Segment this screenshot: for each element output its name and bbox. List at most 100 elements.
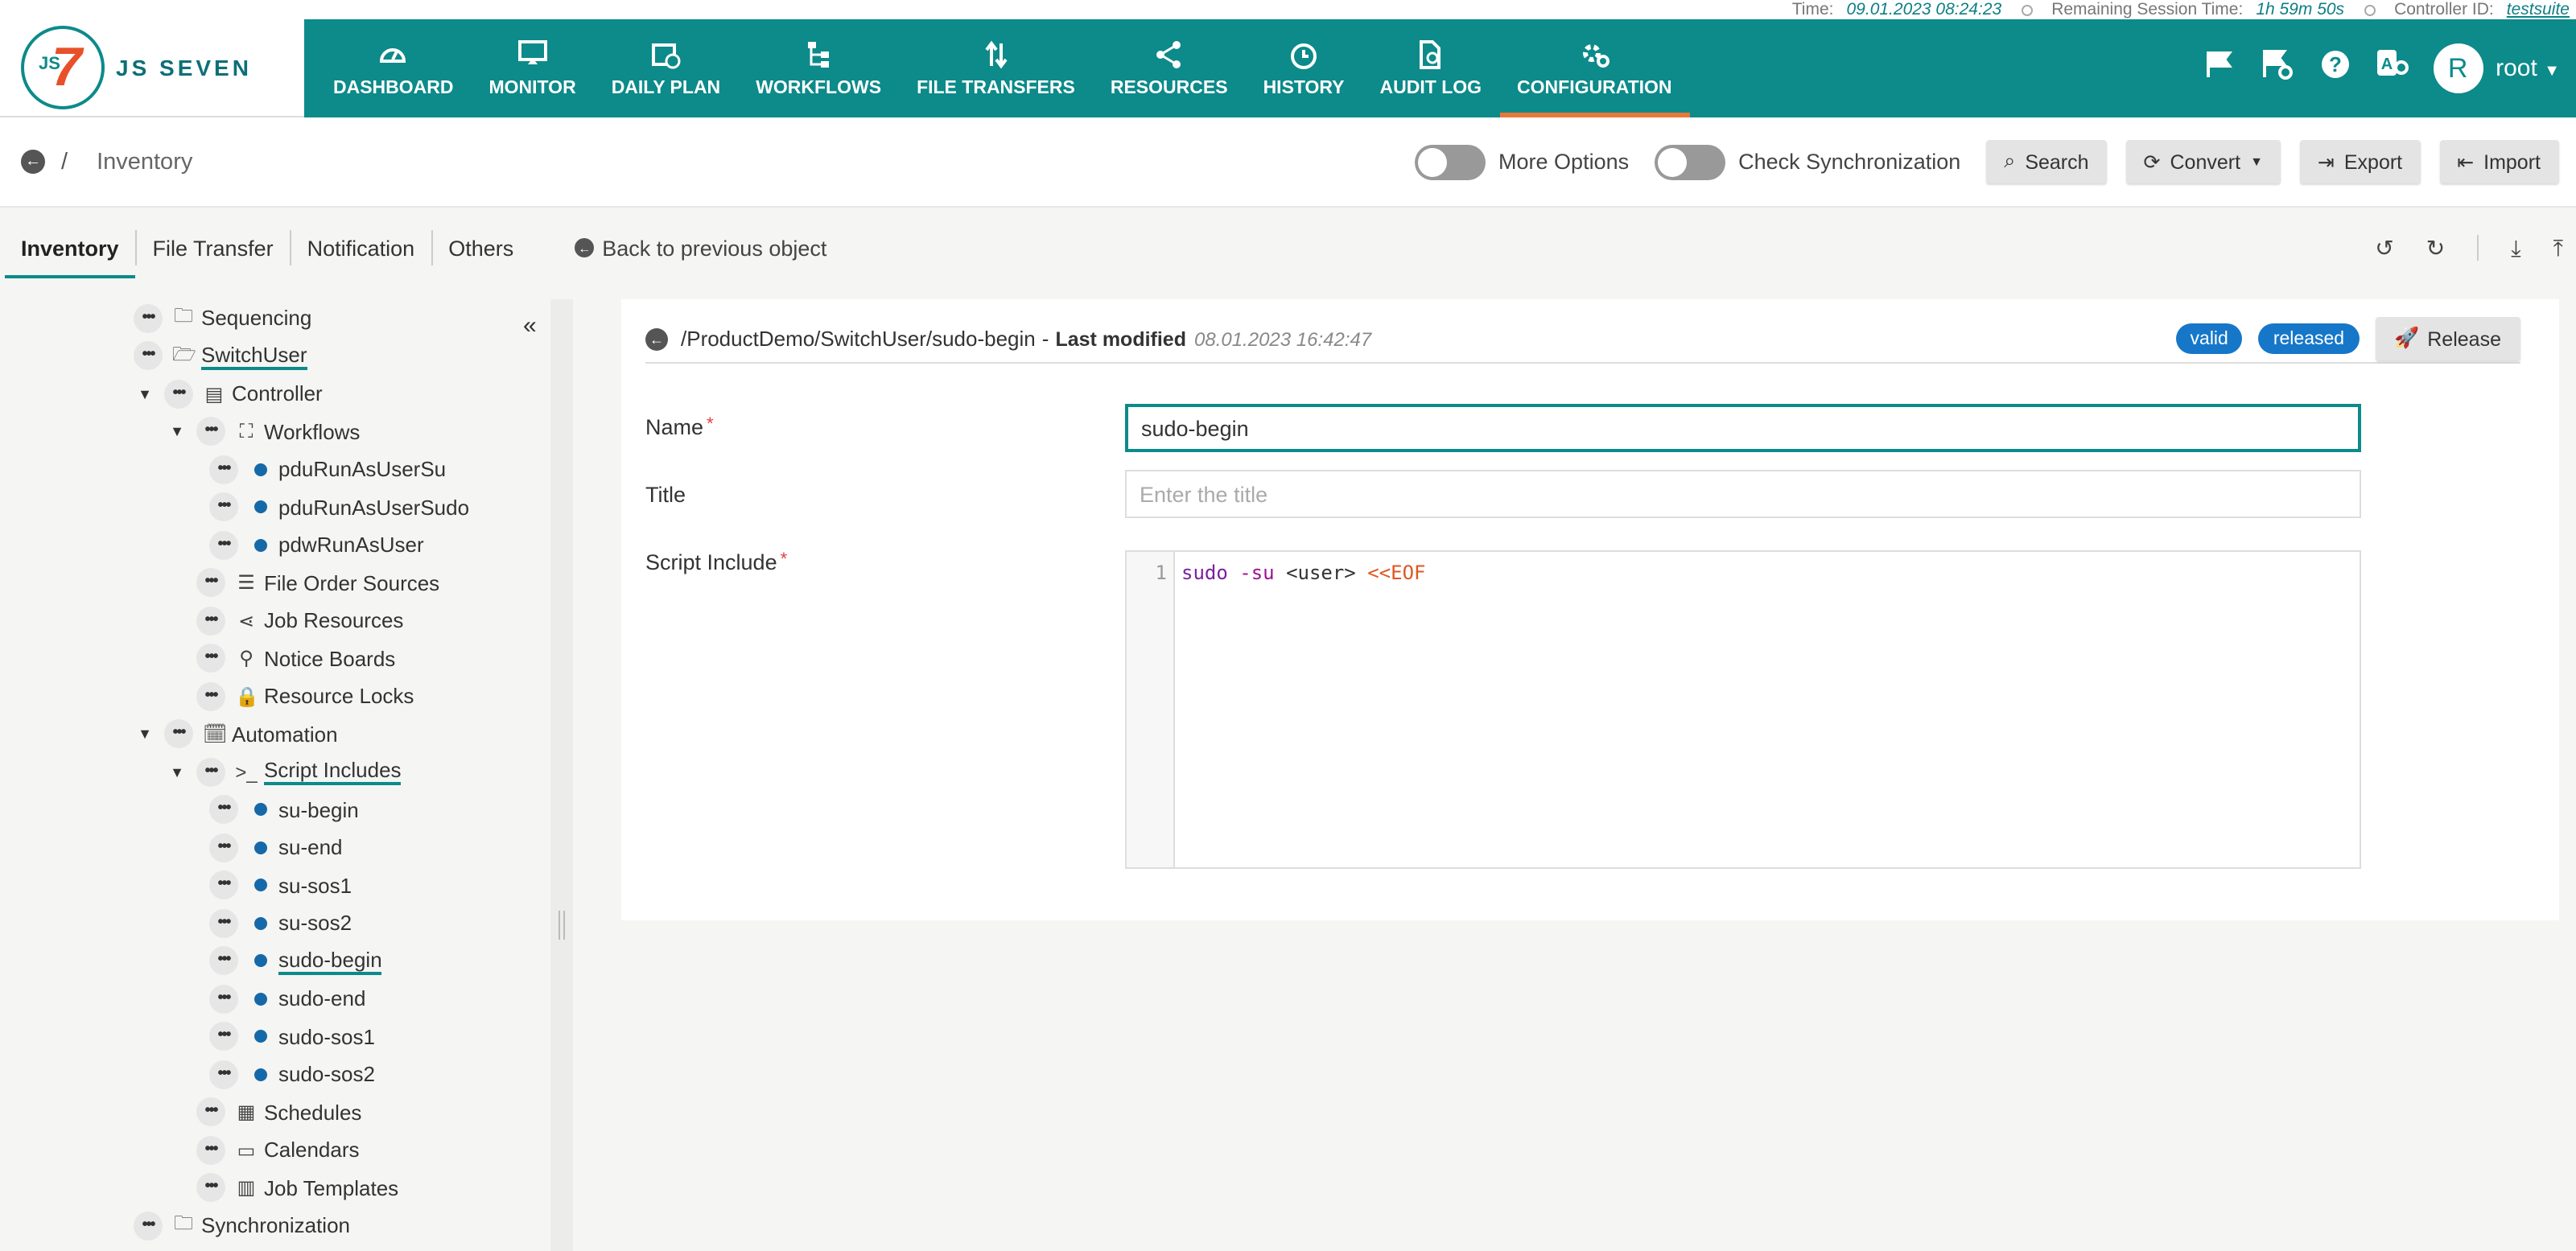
more-actions-icon[interactable]: •••: [209, 870, 238, 900]
more-actions-icon[interactable]: •••: [209, 455, 238, 484]
more-actions-icon[interactable]: •••: [209, 1022, 238, 1051]
more-actions-icon[interactable]: •••: [196, 1097, 225, 1127]
toggle-switch-icon[interactable]: [1415, 144, 1486, 179]
convert-button[interactable]: ⟳ Convert ▼: [2125, 140, 2281, 183]
caret-down-icon[interactable]: ▼: [135, 386, 155, 402]
bullet-icon: [254, 1068, 267, 1081]
tree-leaf-item[interactable]: ••• su-end: [0, 829, 550, 866]
nav-configuration[interactable]: CONFIGURATION: [1499, 19, 1691, 117]
nav-resources[interactable]: RESOURCES: [1093, 19, 1246, 117]
tab-others[interactable]: Others: [432, 230, 530, 265]
tree-node[interactable]: ••• 🗁 SwitchUser: [0, 337, 550, 375]
panel-splitter[interactable]: [550, 299, 573, 1251]
release-button[interactable]: 🚀 Release: [2375, 317, 2520, 360]
back-to-previous-link[interactable]: ← Back to previous object: [575, 236, 826, 260]
tree-node[interactable]: ▼ ••• ⛶ Workflows: [0, 413, 550, 451]
tree-node[interactable]: ••• ▥ Job Templates: [0, 1169, 550, 1207]
translate-icon[interactable]: A: [2375, 50, 2410, 87]
tree-leaf-item[interactable]: ••• sudo-sos2: [0, 1056, 550, 1093]
tree-label: Automation: [232, 722, 338, 747]
more-actions-icon[interactable]: •••: [134, 303, 163, 333]
back-arrow-icon[interactable]: ←: [21, 150, 45, 174]
caret-down-icon[interactable]: ▼: [167, 424, 187, 440]
script-editor[interactable]: 1 sudo -su <user> <<EOF: [1125, 550, 2361, 869]
search-button[interactable]: ⌕ Search: [1986, 140, 2107, 183]
redo-icon[interactable]: ↻: [2426, 234, 2445, 261]
tree-node[interactable]: ▼ ••• >_ Script Includes: [0, 753, 550, 791]
logo[interactable]: JS 7 JS SEVEN: [0, 19, 304, 117]
more-actions-icon[interactable]: •••: [164, 719, 193, 749]
tree-node[interactable]: ••• ☰ File Order Sources: [0, 564, 550, 602]
tree-node[interactable]: ••• 🔒 Resource Locks: [0, 677, 550, 715]
tab-file-transfer[interactable]: File Transfer: [137, 230, 291, 265]
more-actions-icon[interactable]: •••: [209, 984, 238, 1014]
tree-leaf-item[interactable]: ••• su-sos1: [0, 866, 550, 904]
tree-leaf-item[interactable]: ••• pdwRunAsUser: [0, 526, 550, 564]
more-actions-icon[interactable]: •••: [196, 1135, 225, 1165]
help-icon[interactable]: ?: [2317, 50, 2352, 87]
more-actions-icon[interactable]: •••: [209, 833, 238, 862]
code-line[interactable]: sudo -su <user> <<EOF: [1181, 562, 1426, 584]
more-actions-icon[interactable]: •••: [134, 1211, 163, 1241]
collapse-panel-icon[interactable]: «: [523, 312, 537, 339]
tree-leaf-item[interactable]: ••• su-sos2: [0, 904, 550, 942]
nav-dashboard[interactable]: DASHBOARD: [315, 19, 472, 117]
more-actions-icon[interactable]: •••: [196, 417, 225, 446]
undo-icon[interactable]: ↺: [2375, 234, 2393, 261]
nav-audit-log[interactable]: AUDIT LOG: [1362, 19, 1500, 117]
caret-down-icon[interactable]: ▼: [167, 764, 187, 780]
tree-node[interactable]: ▼ ••• 🗓 Automation: [0, 715, 550, 753]
tree-node[interactable]: ••• ▭ Calendars: [0, 1131, 550, 1169]
tree-node[interactable]: ••• 🗀 Sequencing: [0, 299, 550, 337]
name-field[interactable]: sudo-begin: [1125, 404, 2361, 452]
more-actions-icon[interactable]: •••: [196, 568, 225, 598]
toggle-switch-icon[interactable]: [1655, 144, 1726, 179]
tree-leaf-item[interactable]: ••• pduRunAsUserSudo: [0, 488, 550, 526]
flag-icon[interactable]: [2201, 50, 2236, 87]
more-options-toggle[interactable]: More Options: [1415, 144, 1629, 179]
avatar[interactable]: R: [2433, 43, 2483, 93]
more-actions-icon[interactable]: •••: [164, 379, 193, 409]
more-actions-icon[interactable]: •••: [209, 795, 238, 825]
nav-monitor[interactable]: MONITOR: [472, 19, 594, 117]
code-token-heredoc: <<EOF: [1355, 562, 1426, 584]
tab-inventory[interactable]: Inventory: [5, 230, 137, 278]
download-icon[interactable]: ⤓: [2511, 234, 2520, 261]
more-actions-icon[interactable]: •••: [209, 908, 238, 938]
export-button[interactable]: ⇥ Export: [2299, 140, 2421, 183]
tree-leaf-item[interactable]: ••• sudo-begin: [0, 942, 550, 980]
more-actions-icon[interactable]: •••: [209, 492, 238, 522]
nav-daily-plan[interactable]: DAILY PLAN: [594, 19, 739, 117]
title-field[interactable]: Enter the title: [1125, 470, 2361, 518]
nav-history[interactable]: HISTORY: [1246, 19, 1362, 117]
more-actions-icon[interactable]: •••: [209, 1060, 238, 1089]
tree-leaf-item[interactable]: ••• sudo-sos1: [0, 1018, 550, 1056]
check-sync-toggle[interactable]: Check Synchronization: [1655, 144, 1960, 179]
tree-node[interactable]: ••• ⋖ Job Resources: [0, 602, 550, 640]
more-actions-icon[interactable]: •••: [134, 341, 163, 371]
caret-down-icon[interactable]: ▼: [135, 726, 155, 743]
upload-icon[interactable]: ⤒: [2553, 234, 2563, 261]
more-actions-icon[interactable]: •••: [209, 530, 238, 560]
back-arrow-icon[interactable]: ←: [645, 327, 668, 350]
tree-node[interactable]: ••• ⚲ Notice Boards: [0, 640, 550, 677]
drag-handle-icon[interactable]: [558, 911, 565, 940]
more-actions-icon[interactable]: •••: [196, 1173, 225, 1203]
more-actions-icon[interactable]: •••: [196, 681, 225, 711]
nav-workflows[interactable]: WORKFLOWS: [738, 19, 899, 117]
more-actions-icon[interactable]: •••: [196, 757, 225, 787]
more-actions-icon[interactable]: •••: [196, 606, 225, 636]
flag-settings-icon[interactable]: [2259, 48, 2294, 88]
tree-leaf-item[interactable]: ••• pduRunAsUserSu: [0, 451, 550, 488]
tab-notification[interactable]: Notification: [291, 230, 433, 265]
user-menu[interactable]: root ▼: [2496, 55, 2560, 82]
tree-node[interactable]: ▼ ••• ▤ Controller: [0, 375, 550, 413]
tree-leaf-item[interactable]: ••• su-begin: [0, 791, 550, 829]
tree-node[interactable]: ••• ▦ Schedules: [0, 1093, 550, 1131]
tree-node[interactable]: ••• 🗀 Synchronization: [0, 1207, 550, 1245]
more-actions-icon[interactable]: •••: [209, 946, 238, 976]
nav-file-transfers[interactable]: FILE TRANSFERS: [899, 19, 1093, 117]
import-button[interactable]: ⇤ Import: [2439, 140, 2558, 183]
tree-leaf-item[interactable]: ••• sudo-end: [0, 980, 550, 1018]
more-actions-icon[interactable]: •••: [196, 644, 225, 673]
